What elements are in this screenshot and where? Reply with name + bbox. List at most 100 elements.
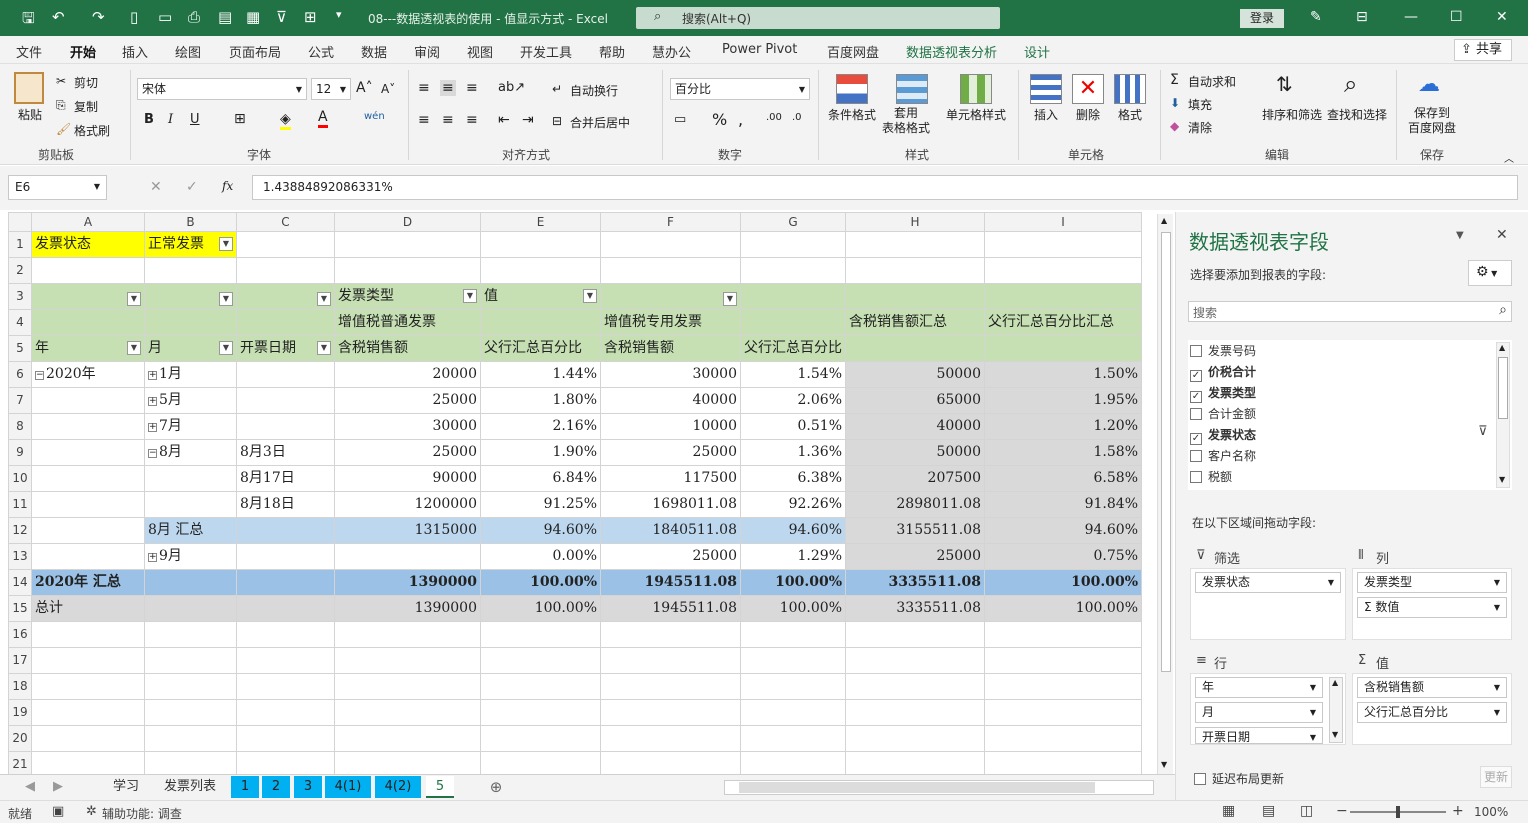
cell[interactable] bbox=[740, 283, 846, 310]
rows-zone-item[interactable]: 开票日期 ▼ bbox=[1195, 727, 1323, 744]
cell[interactable] bbox=[600, 647, 741, 674]
cell[interactable] bbox=[984, 257, 1142, 284]
cell[interactable] bbox=[144, 699, 237, 726]
number-format-select[interactable]: 百分比 ▼ bbox=[670, 78, 810, 100]
phonetic-icon[interactable]: wén bbox=[364, 111, 385, 122]
cell[interactable] bbox=[845, 751, 985, 774]
cell[interactable]: 50000 bbox=[845, 439, 985, 466]
cell[interactable] bbox=[480, 231, 601, 258]
cell[interactable]: 0.51% bbox=[740, 413, 846, 440]
filter-dropdown-icon[interactable]: ▼ bbox=[219, 341, 233, 355]
cell[interactable]: 30000 bbox=[334, 413, 481, 440]
cell[interactable]: 正常发票 ▼ bbox=[144, 231, 237, 258]
row-header[interactable]: 15 bbox=[8, 595, 32, 622]
checkbox[interactable] bbox=[1190, 345, 1202, 357]
cell[interactable] bbox=[31, 621, 145, 648]
cell[interactable] bbox=[334, 699, 481, 726]
cell[interactable] bbox=[740, 309, 846, 336]
cell[interactable] bbox=[740, 673, 846, 700]
row-header[interactable]: 14 bbox=[8, 569, 32, 596]
formula-input[interactable]: 1.43884892086331% bbox=[252, 175, 1518, 200]
cell[interactable]: ▼ bbox=[600, 283, 741, 310]
comma-icon[interactable]: , bbox=[738, 110, 743, 129]
save-to-baidu-button[interactable]: 保存到 百度网盘 bbox=[1408, 106, 1456, 136]
accessibility-status[interactable]: 辅助功能: 调查 bbox=[102, 805, 182, 822]
cell[interactable] bbox=[334, 647, 481, 674]
cell[interactable] bbox=[984, 335, 1142, 362]
cell[interactable] bbox=[236, 361, 335, 388]
cell[interactable]: 40000 bbox=[845, 413, 985, 440]
cell[interactable]: 20000 bbox=[334, 361, 481, 388]
cell[interactable]: 3155511.08 bbox=[845, 517, 985, 544]
filter-dropdown-icon[interactable]: ▼ bbox=[463, 289, 477, 303]
cell[interactable]: 65000 bbox=[845, 387, 985, 414]
scroll-thumb[interactable] bbox=[1498, 357, 1508, 419]
cell[interactable]: 94.60% bbox=[740, 517, 846, 544]
filter-dropdown-icon[interactable]: ▼ bbox=[317, 341, 331, 355]
wrap-text-button[interactable]: 自动换行 bbox=[570, 82, 618, 99]
find-select-button[interactable]: 查找和选择 bbox=[1327, 106, 1387, 123]
cell[interactable] bbox=[31, 309, 145, 336]
cancel-icon[interactable]: ✕ bbox=[150, 179, 162, 195]
cell[interactable]: 0.00% bbox=[480, 543, 601, 570]
cell[interactable] bbox=[334, 673, 481, 700]
cell[interactable]: 2.16% bbox=[480, 413, 601, 440]
decrease-indent-icon[interactable]: ⇤ bbox=[498, 112, 510, 128]
cell[interactable]: 1.44% bbox=[480, 361, 601, 388]
row-header[interactable]: 9 bbox=[8, 439, 32, 466]
expand-icon[interactable]: + bbox=[148, 423, 157, 432]
cell[interactable]: 1945511.08 bbox=[600, 569, 741, 596]
page-break-view-icon[interactable]: ◫ bbox=[1300, 803, 1313, 819]
conditional-format-button[interactable]: 条件格式 bbox=[828, 106, 876, 123]
cell[interactable] bbox=[31, 673, 145, 700]
cell[interactable] bbox=[740, 621, 846, 648]
cell[interactable]: 1.29% bbox=[740, 543, 846, 570]
cell[interactable] bbox=[984, 751, 1142, 774]
cut-button[interactable]: 剪切 bbox=[74, 74, 98, 91]
cell[interactable] bbox=[236, 647, 335, 674]
scroll-thumb[interactable] bbox=[1161, 232, 1171, 672]
format-painter-button[interactable]: 格式刷 bbox=[74, 122, 110, 139]
layout-settings-button[interactable]: ⚙ ▼ bbox=[1468, 260, 1512, 286]
increase-font-icon[interactable]: A˄ bbox=[356, 80, 373, 96]
cell[interactable]: 月 ▼ bbox=[144, 335, 237, 362]
cell[interactable] bbox=[480, 647, 601, 674]
tab-home[interactable]: 开始 bbox=[70, 42, 97, 68]
sort-filter-button[interactable]: 排序和筛选 bbox=[1262, 106, 1322, 123]
format-cells-button[interactable]: 格式 bbox=[1118, 106, 1142, 123]
cell[interactable]: 2.06% bbox=[740, 387, 846, 414]
row-header[interactable]: 19 bbox=[8, 699, 32, 726]
tab-view[interactable]: 视图 bbox=[467, 42, 493, 61]
values-zone-item[interactable]: 父行汇总百分比 ▼ bbox=[1357, 702, 1507, 723]
border-icon[interactable]: ⊞ bbox=[234, 111, 246, 127]
normal-view-icon[interactable]: ▦ bbox=[1222, 803, 1235, 819]
fill-icon[interactable]: ⬇ bbox=[1170, 96, 1180, 110]
cell[interactable] bbox=[845, 725, 985, 752]
sort-filter-icon[interactable]: ⇅ bbox=[1276, 72, 1293, 96]
delete-cells-button[interactable]: 删除 bbox=[1076, 106, 1100, 123]
cell[interactable] bbox=[31, 517, 145, 544]
cell[interactable]: 3335511.08 bbox=[845, 595, 985, 622]
column-header[interactable]: I bbox=[984, 212, 1142, 232]
format-painter-icon[interactable]: 🖌 bbox=[56, 122, 71, 136]
zoom-out-icon[interactable]: − bbox=[1336, 803, 1348, 819]
table-format-icon[interactable] bbox=[896, 74, 928, 104]
cell[interactable]: 40000 bbox=[600, 387, 741, 414]
orientation-icon[interactable]: ab↗ bbox=[498, 80, 525, 95]
row-header[interactable]: 16 bbox=[8, 621, 32, 648]
conditional-format-icon[interactable] bbox=[836, 74, 868, 104]
decrease-font-icon[interactable]: A˅ bbox=[381, 82, 395, 96]
column-header[interactable]: B bbox=[144, 212, 237, 232]
cell[interactable] bbox=[31, 439, 145, 466]
update-button[interactable]: 更新 bbox=[1480, 766, 1512, 788]
cell[interactable] bbox=[480, 673, 601, 700]
column-header[interactable]: C bbox=[236, 212, 335, 232]
enter-icon[interactable]: ✓ bbox=[186, 179, 198, 195]
cell[interactable] bbox=[984, 231, 1142, 258]
cell[interactable]: 1.95% bbox=[984, 387, 1142, 414]
prev-sheet-icon[interactable]: ◀ bbox=[22, 776, 38, 798]
cell[interactable] bbox=[31, 543, 145, 570]
filter-dropdown-icon[interactable]: ▼ bbox=[583, 289, 597, 303]
cell[interactable] bbox=[144, 465, 237, 492]
pivot-icon[interactable]: ⊞ bbox=[304, 8, 317, 26]
